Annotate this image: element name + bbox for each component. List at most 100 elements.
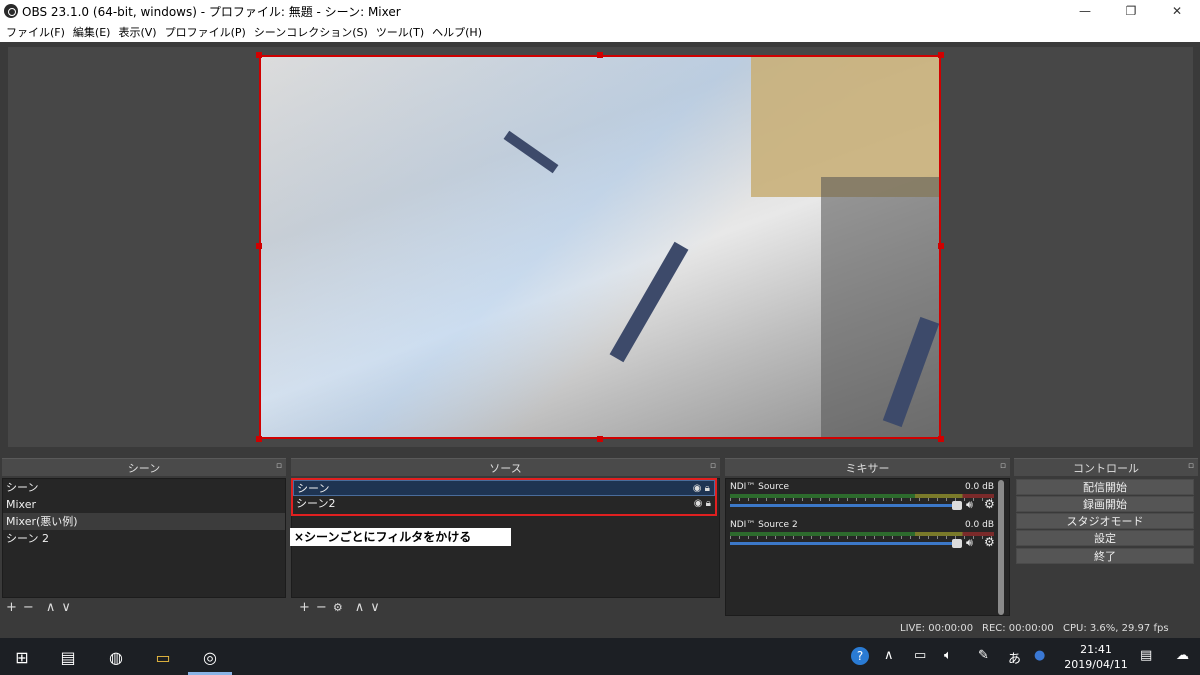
ime-indicator[interactable]: あ [1008, 648, 1021, 667]
menu-scene-collection[interactable]: シーンコレクション(S) [250, 24, 372, 40]
source-item[interactable]: シーン2 ◉ 🔒︎ [293, 496, 715, 512]
remove-source-icon[interactable]: − [316, 600, 327, 615]
mixer-dock-header: ミキサー ▫ [725, 458, 1010, 476]
start-streaming-button[interactable]: 配信開始 [1016, 479, 1194, 495]
track-name: NDI™ Source [730, 482, 790, 492]
menu-help[interactable]: ヘルプ(H) [428, 24, 486, 40]
dock-float-icon[interactable]: ▫ [1188, 461, 1194, 471]
dock-float-icon[interactable]: ▫ [1000, 461, 1006, 471]
visibility-eye-icon[interactable]: ◉ [693, 483, 702, 494]
source-item-selected[interactable]: シーン ◉ 🔒︎ [293, 480, 715, 496]
settings-button[interactable]: 設定 [1016, 530, 1194, 546]
resize-handle-right[interactable] [938, 243, 944, 249]
restore-button[interactable]: ❐ [1108, 0, 1154, 22]
speaker-icon[interactable]: 🔊︎ [966, 498, 973, 512]
scene-item-selected[interactable]: Mixer(悪い例) [3, 513, 285, 530]
menu-tools[interactable]: ツール(T) [372, 24, 428, 40]
start-recording-button[interactable]: 録画開始 [1016, 496, 1194, 512]
lock-icon[interactable]: 🔒︎ [706, 498, 711, 509]
menu-file[interactable]: ファイル(F) [2, 24, 69, 40]
mixer-track: NDI™ Source 2 0.0 dB 🔊︎ ⚙ [728, 520, 996, 556]
scene-item[interactable]: Mixer [3, 496, 285, 513]
task-view-icon[interactable]: ▤ [55, 644, 81, 670]
close-button[interactable]: ✕ [1154, 0, 1200, 22]
move-down-icon[interactable]: ∨ [61, 600, 71, 615]
scene-item[interactable]: シーン 2 [3, 530, 285, 547]
sources-toolbar: + − ⚙ ∧ ∨ [291, 599, 720, 615]
scene-art-dark-block [821, 177, 939, 437]
clock-time: 21:41 [1080, 643, 1112, 656]
move-up-icon[interactable]: ∧ [355, 600, 365, 615]
battery-icon[interactable]: ▭ [914, 648, 926, 663]
sources-highlight-box: シーン ◉ 🔒︎ シーン2 ◉ 🔒︎ [291, 478, 717, 516]
obs-taskbar-icon[interactable]: ◎ [197, 644, 223, 670]
source-properties-gear-icon[interactable]: ⚙ [333, 601, 343, 614]
obs-logo-icon [4, 4, 18, 18]
move-up-icon[interactable]: ∧ [46, 600, 56, 615]
gear-icon[interactable]: ⚙ [984, 535, 995, 549]
menu-edit[interactable]: 編集(E) [69, 24, 115, 40]
taskbar-clock[interactable]: 21:41 2019/04/11 [1060, 642, 1132, 672]
gear-icon[interactable]: ⚙ [984, 497, 995, 511]
notification-icon[interactable]: ▤ [1140, 648, 1152, 663]
add-source-icon[interactable]: + [299, 600, 310, 615]
scenes-list: シーン Mixer Mixer(悪い例) シーン 2 [2, 478, 286, 598]
sources-dock-header: ソース ▫ [291, 458, 720, 476]
menu-view[interactable]: 表示(V) [114, 24, 160, 40]
pen-icon[interactable]: ✎ [978, 648, 989, 663]
windows-start-icon[interactable]: ⊞ [9, 644, 35, 670]
source-item-label: シーン2 [296, 497, 336, 510]
resize-handle-left[interactable] [256, 243, 262, 249]
windows-taskbar: ⊞ ▤ ◍ ▭ ◎ ? ∧ ▭ 🔈︎ ✎ あ ● 21:41 2019/04/1… [0, 638, 1200, 675]
resize-handle-top-left[interactable] [256, 52, 262, 58]
scene-art-beam [609, 241, 689, 363]
dock-float-icon[interactable]: ▫ [276, 461, 282, 471]
minimize-button[interactable]: — [1062, 0, 1108, 22]
remove-scene-icon[interactable]: − [23, 600, 34, 615]
dock-float-icon[interactable]: ▫ [710, 461, 716, 471]
chevron-up-icon[interactable]: ∧ [884, 648, 894, 663]
scene-item[interactable]: シーン [3, 479, 285, 496]
scenes-dock-title: シーン [127, 461, 161, 475]
status-bar: LIVE: 00:00:00 REC: 00:00:00 CPU: 3.6%, … [0, 620, 1200, 637]
sources-dock-title: ソース [489, 461, 522, 475]
source-item-label: シーン [297, 482, 330, 495]
resize-handle-top[interactable] [597, 52, 603, 58]
weather-cloud-icon[interactable]: ☁ [1176, 648, 1189, 663]
volume-slider[interactable] [730, 542, 956, 545]
resize-handle-bottom[interactable] [597, 436, 603, 442]
scene-art-gold-block [751, 57, 939, 197]
chrome-icon[interactable]: ◍ [103, 644, 129, 670]
annotation-label: ×シーンごとにフィルタをかける [290, 528, 511, 546]
volume-slider-handle[interactable] [952, 539, 962, 548]
speaker-icon[interactable]: 🔊︎ [966, 536, 973, 550]
file-explorer-icon[interactable]: ▭ [150, 644, 176, 670]
resize-handle-bottom-left[interactable] [256, 436, 262, 442]
lock-icon[interactable]: 🔒︎ [705, 483, 710, 494]
studio-mode-button[interactable]: スタジオモード [1016, 513, 1194, 529]
visibility-eye-icon[interactable]: ◉ [694, 498, 703, 509]
clock-date: 2019/04/11 [1064, 658, 1128, 671]
volume-slider-handle[interactable] [952, 501, 962, 510]
network-icon[interactable]: ● [1034, 648, 1045, 663]
scene-art-beam [503, 130, 559, 174]
track-db: 0.0 dB [964, 520, 994, 530]
preview-canvas[interactable] [259, 55, 941, 439]
resize-handle-top-right[interactable] [938, 52, 944, 58]
resize-handle-bottom-right[interactable] [938, 436, 944, 442]
move-down-icon[interactable]: ∨ [370, 600, 380, 615]
exit-button[interactable]: 終了 [1016, 548, 1194, 564]
title-bar: OBS 23.1.0 (64-bit, windows) - プロファイル: 無… [0, 0, 1200, 22]
menu-profile[interactable]: プロファイル(P) [161, 24, 250, 40]
help-icon[interactable]: ? [851, 647, 869, 665]
rec-timer: REC: 00:00:00 [982, 623, 1054, 634]
volume-slider[interactable] [730, 504, 956, 507]
scenes-dock-header: シーン ▫ [2, 458, 286, 476]
menu-bar: ファイル(F) 編集(E) 表示(V) プロファイル(P) シーンコレクション(… [0, 22, 1200, 42]
volume-icon[interactable]: 🔈︎ [944, 648, 952, 663]
add-scene-icon[interactable]: + [6, 600, 17, 615]
track-db: 0.0 dB [964, 482, 994, 492]
mixer-scrollbar[interactable] [998, 480, 1004, 615]
window-title: OBS 23.1.0 (64-bit, windows) - プロファイル: 無… [22, 4, 401, 19]
mixer-dock-title: ミキサー [845, 461, 890, 475]
